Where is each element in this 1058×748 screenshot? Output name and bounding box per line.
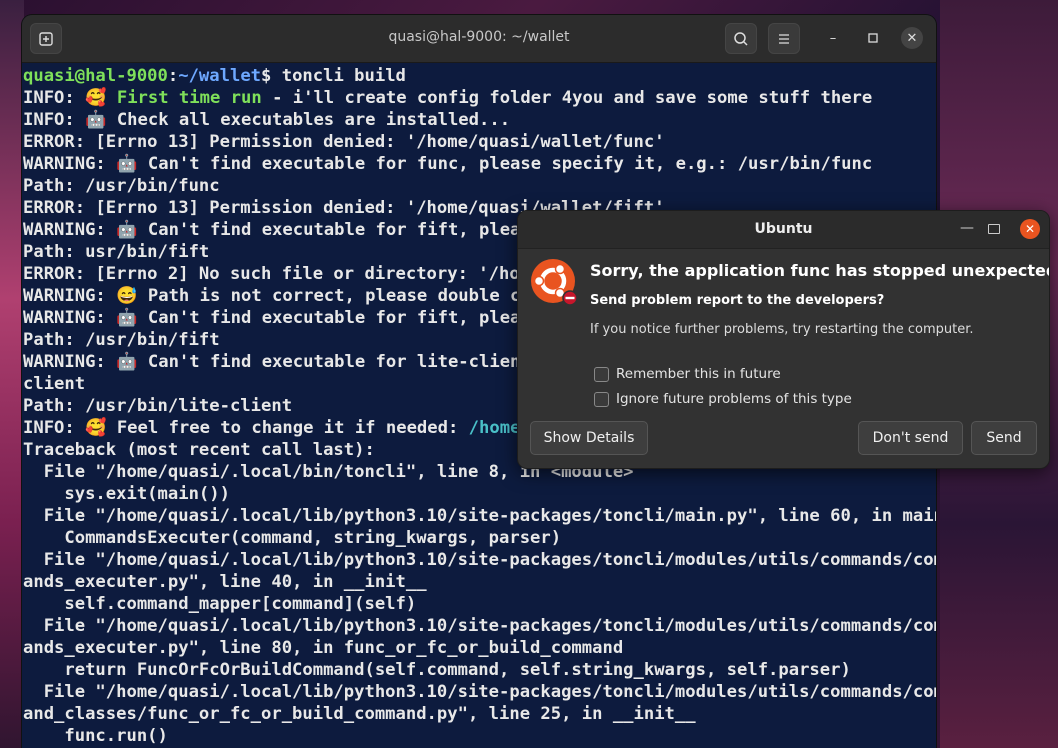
terminal-line: ERROR: [Errno 2] No such file or directo… — [23, 264, 541, 284]
terminal-line: ands_executer.py", line 80, in func_or_f… — [23, 638, 624, 658]
terminal-line: client — [23, 374, 86, 394]
terminal-line: ERROR: [Errno 13] Permission denied: '/h… — [23, 132, 665, 152]
show-details-button[interactable]: Show Details — [530, 421, 648, 455]
terminal-line: File "/home/quasi/.local/lib/python3.10/… — [23, 616, 936, 636]
terminal-line: Path: usr/bin/fift — [23, 242, 210, 262]
terminal-line: WARNING: 🤖 Can't find executable for lit… — [23, 352, 531, 372]
terminal-line: File "/home/quasi/.local/lib/python3.10/… — [23, 506, 936, 526]
dialog-maximize-icon[interactable] — [988, 224, 1000, 234]
terminal-line: INFO: 🥰 Feel free to change it if needed… — [23, 418, 542, 438]
checkbox-box[interactable] — [594, 366, 609, 382]
terminal-line: WARNING: 🤖 Can't find executable for fif… — [23, 308, 542, 328]
dont-send-button[interactable]: Don't send — [858, 421, 963, 455]
dialog-header: Ubuntu — ✕ — [518, 211, 1049, 249]
remember-checkbox[interactable]: Remember this in future — [594, 366, 781, 382]
checkbox-box[interactable] — [594, 391, 609, 407]
ignore-checkbox[interactable]: Ignore future problems of this type — [594, 391, 852, 407]
dialog-close-icon[interactable]: ✕ — [1020, 219, 1040, 239]
maximize-icon[interactable] — [862, 27, 884, 49]
terminal-line: WARNING: 🤖 Can't find executable for fun… — [23, 154, 873, 174]
dialog-heading: Sorry, the application func has stopped … — [590, 261, 1050, 280]
minimize-icon[interactable]: – — [822, 27, 844, 49]
terminal-header: quasi@hal-9000: ~/wallet – ✕ — [22, 15, 936, 63]
checkbox-label: Ignore future problems of this type — [616, 391, 852, 407]
crash-report-dialog: Ubuntu — ✕ Sorry, the application func h… — [517, 210, 1050, 469]
terminal-line: WARNING: 🤖 Can't find executable for fif… — [23, 220, 542, 240]
terminal-line: func.run() — [23, 726, 168, 746]
terminal-line: self.command_mapper[command](self) — [23, 594, 417, 614]
menu-icon[interactable] — [768, 23, 800, 54]
terminal-line: INFO: 🤖 Check all executables are instal… — [23, 110, 511, 130]
search-icon[interactable] — [725, 23, 757, 54]
terminal-line: and_classes/func_or_fc_or_build_command.… — [23, 704, 696, 724]
checkbox-label: Remember this in future — [616, 366, 781, 382]
dialog-minimize-icon[interactable]: — — [960, 220, 974, 236]
terminal-line: WARNING: 😅 Path is not correct, please d… — [23, 286, 542, 306]
terminal-line: File "/home/quasi/.local/lib/python3.10/… — [23, 550, 936, 570]
dialog-subheading: Send problem report to the developers? — [590, 293, 885, 308]
terminal-line: Path: /usr/bin/fift — [23, 330, 220, 350]
dialog-text: If you notice further problems, try rest… — [590, 322, 974, 337]
terminal-line: Traceback (most recent call last): — [23, 440, 375, 460]
terminal-line: Path: /usr/bin/func — [23, 176, 220, 196]
terminal-line: sys.exit(main()) — [23, 484, 230, 504]
desktop-background-left — [0, 0, 24, 748]
terminal-line: CommandsExecuter(command, string_kwargs,… — [23, 528, 562, 548]
terminal-line: ands_executer.py", line 40, in __init__ — [23, 572, 427, 592]
terminal-line: return FuncOrFcOrBuildCommand(self.comma… — [23, 660, 851, 680]
prompt: quasi@hal-9000:~/wallet$ toncli build — [23, 66, 406, 86]
terminal-line: INFO: 🥰 First time run - i'll create con… — [23, 88, 873, 108]
terminal-line: File "/home/quasi/.local/lib/python3.10/… — [23, 682, 936, 702]
close-icon[interactable]: ✕ — [901, 27, 923, 49]
send-button[interactable]: Send — [971, 421, 1037, 455]
terminal-line: Path: /usr/bin/lite-client — [23, 396, 293, 416]
ubuntu-logo-icon — [530, 258, 578, 306]
